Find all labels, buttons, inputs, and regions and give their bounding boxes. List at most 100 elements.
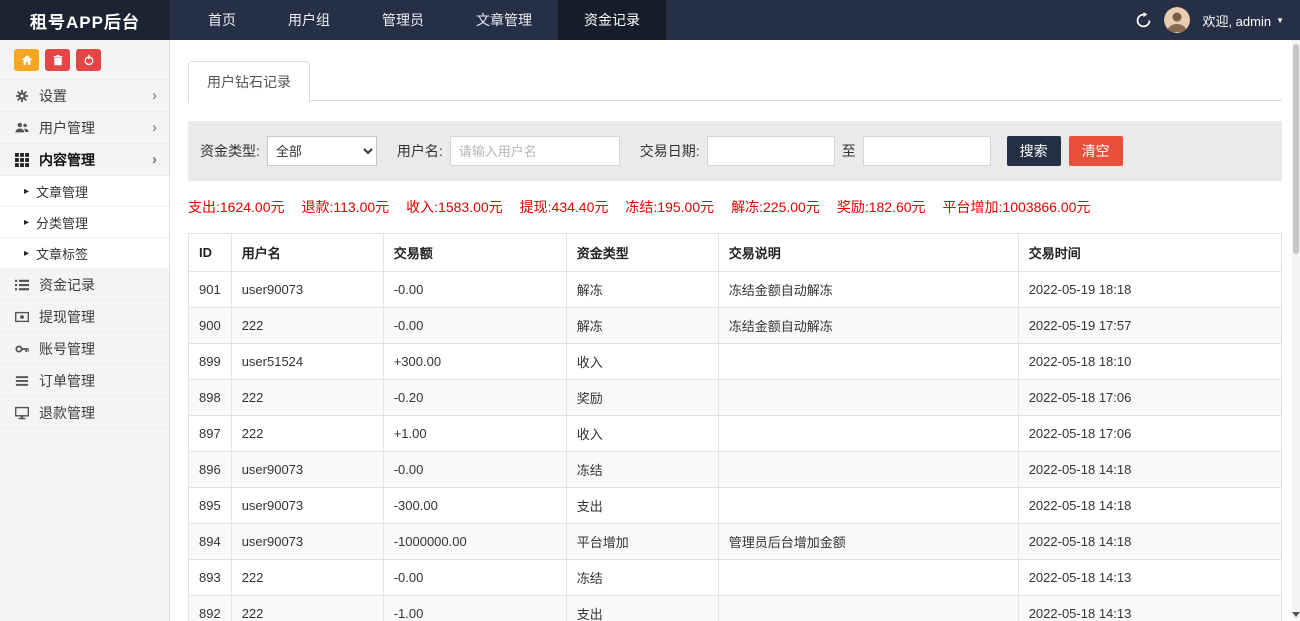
cell-id: 901: [189, 272, 232, 308]
nav-item-admins[interactable]: 管理员: [356, 0, 450, 40]
sidebar-item-withdraw-management[interactable]: 提现管理: [0, 301, 169, 333]
cell-time: 2022-05-19 18:18: [1018, 272, 1281, 308]
sidebar-item-fund-records[interactable]: 资金记录: [0, 269, 169, 301]
table-row: 892222-1.00支出2022-05-18 14:13: [189, 596, 1282, 621]
orders-icon: [15, 374, 29, 388]
sidebar-item-account-management[interactable]: 账号管理: [0, 333, 169, 365]
scrollbar[interactable]: [1292, 40, 1300, 621]
clear-button[interactable]: 清空: [1069, 136, 1123, 166]
cell-time: 2022-05-18 14:13: [1018, 596, 1281, 621]
home-button[interactable]: [14, 49, 39, 71]
cell-amount: -0.20: [383, 380, 566, 416]
date-end-input[interactable]: [863, 136, 991, 166]
cell-fund-type: 解冻: [566, 308, 718, 344]
cell-description: 管理员后台增加金额: [718, 524, 1018, 560]
stat-income: 收入:1583.00元: [406, 197, 503, 217]
table-row: 894user90073-1000000.00平台增加管理员后台增加金额2022…: [189, 524, 1282, 560]
refresh-icon[interactable]: [1135, 12, 1152, 29]
cell-username: 222: [231, 308, 383, 344]
chevron-down-icon: ▼: [1276, 16, 1284, 25]
cell-id: 896: [189, 452, 232, 488]
cell-time: 2022-05-18 14:13: [1018, 560, 1281, 596]
username-input[interactable]: [450, 136, 620, 166]
header-time: 交易时间: [1018, 234, 1281, 272]
sidebar-item-order-management[interactable]: 订单管理: [0, 365, 169, 397]
main-content: 用户钻石记录 资金类型: 全部 用户名: 交易日期: 至 搜索 清空 支出:16…: [170, 40, 1300, 621]
tab-user-diamond-records[interactable]: 用户钻石记录: [188, 61, 310, 103]
sidebar-item-settings[interactable]: 设置 ›: [0, 80, 169, 112]
cell-username: user51524: [231, 344, 383, 380]
stat-unfrozen: 解冻:225.00元: [731, 197, 820, 217]
power-button[interactable]: [76, 49, 101, 71]
sidebar-item-refund-management[interactable]: 退款管理: [0, 397, 169, 429]
welcome-text: 欢迎, admin: [1202, 11, 1271, 30]
sidebar-quick-buttons: [0, 40, 169, 80]
cell-id: 895: [189, 488, 232, 524]
sidebar-item-label: 退款管理: [39, 403, 95, 423]
cell-fund-type: 冻结: [566, 560, 718, 596]
tab-bar: 用户钻石记录: [188, 60, 1282, 101]
cell-time: 2022-05-18 14:18: [1018, 488, 1281, 524]
nav-item-fund-records[interactable]: 资金记录: [558, 0, 666, 40]
chevron-right-icon: ›: [152, 120, 157, 135]
cell-username: 222: [231, 560, 383, 596]
users-icon: [15, 121, 29, 135]
nav-item-articles[interactable]: 文章管理: [450, 0, 558, 40]
cell-amount: -300.00: [383, 488, 566, 524]
sidebar-subitem-category-management[interactable]: ▸ 分类管理: [0, 207, 169, 238]
table-row: 897222+1.00收入2022-05-18 17:06: [189, 416, 1282, 452]
cell-username: 222: [231, 416, 383, 452]
sidebar-subitem-label: 分类管理: [36, 213, 88, 232]
records-icon: [15, 278, 29, 292]
scroll-down-arrow-icon[interactable]: [1292, 612, 1300, 617]
cell-description: [718, 596, 1018, 621]
cell-description: [718, 344, 1018, 380]
header-id: ID: [189, 234, 232, 272]
power-icon: [83, 54, 95, 66]
grid-icon: [15, 153, 29, 167]
table-row: 901user90073-0.00解冻冻结金额自动解冻2022-05-19 18…: [189, 272, 1282, 308]
cell-username: user90073: [231, 488, 383, 524]
table-row: 898222-0.20奖励2022-05-18 17:06: [189, 380, 1282, 416]
stat-refund: 退款:113.00元: [302, 197, 390, 217]
scrollbar-thumb[interactable]: [1293, 44, 1299, 254]
sidebar-item-label: 账号管理: [39, 339, 95, 359]
cell-description: 冻结金额自动解冻: [718, 308, 1018, 344]
home-icon: [21, 54, 33, 66]
sidebar-subitem-article-management[interactable]: ▸ 文章管理: [0, 176, 169, 207]
cell-fund-type: 收入: [566, 416, 718, 452]
cell-id: 899: [189, 344, 232, 380]
cell-description: [718, 380, 1018, 416]
search-button[interactable]: 搜索: [1007, 136, 1061, 166]
nav-item-home[interactable]: 首页: [182, 0, 262, 40]
brand-logo[interactable]: 租号APP后台: [0, 0, 170, 40]
sidebar-subitem-label: 文章标签: [36, 244, 88, 263]
nav-item-user-groups[interactable]: 用户组: [262, 0, 356, 40]
triangle-right-icon: ▸: [24, 217, 29, 228]
user-menu[interactable]: 欢迎, admin ▼: [1202, 11, 1284, 30]
stat-platform-add: 平台增加:1003866.00元: [943, 197, 1091, 217]
fund-type-select[interactable]: 全部: [267, 136, 377, 166]
avatar[interactable]: [1164, 7, 1190, 33]
clear-cache-button[interactable]: [45, 49, 70, 71]
table-row: 900222-0.00解冻冻结金额自动解冻2022-05-19 17:57: [189, 308, 1282, 344]
cell-amount: -1.00: [383, 596, 566, 621]
cell-username: user90073: [231, 272, 383, 308]
sidebar-item-user-management[interactable]: 用户管理 ›: [0, 112, 169, 144]
triangle-right-icon: ▸: [24, 186, 29, 197]
sidebar-item-label: 订单管理: [39, 371, 95, 391]
date-start-input[interactable]: [707, 136, 835, 166]
stats-bar: 支出:1624.00元 退款:113.00元 收入:1583.00元 提现:43…: [188, 197, 1282, 217]
sidebar-subitem-article-tags[interactable]: ▸ 文章标签: [0, 238, 169, 269]
chevron-right-icon: ›: [152, 88, 157, 103]
cell-id: 897: [189, 416, 232, 452]
cell-description: [718, 560, 1018, 596]
header-amount: 交易额: [383, 234, 566, 272]
cell-username: user90073: [231, 524, 383, 560]
cell-id: 894: [189, 524, 232, 560]
top-navbar: 租号APP后台 首页 用户组 管理员 文章管理 资金记录 欢迎, admin ▼: [0, 0, 1300, 40]
sidebar-item-content-management[interactable]: 内容管理 ›: [0, 144, 169, 176]
sidebar: 设置 › 用户管理 › 内容管理 › ▸ 文章管理 ▸ 分类管理: [0, 40, 170, 621]
cell-fund-type: 支出: [566, 488, 718, 524]
cell-time: 2022-05-18 14:18: [1018, 452, 1281, 488]
